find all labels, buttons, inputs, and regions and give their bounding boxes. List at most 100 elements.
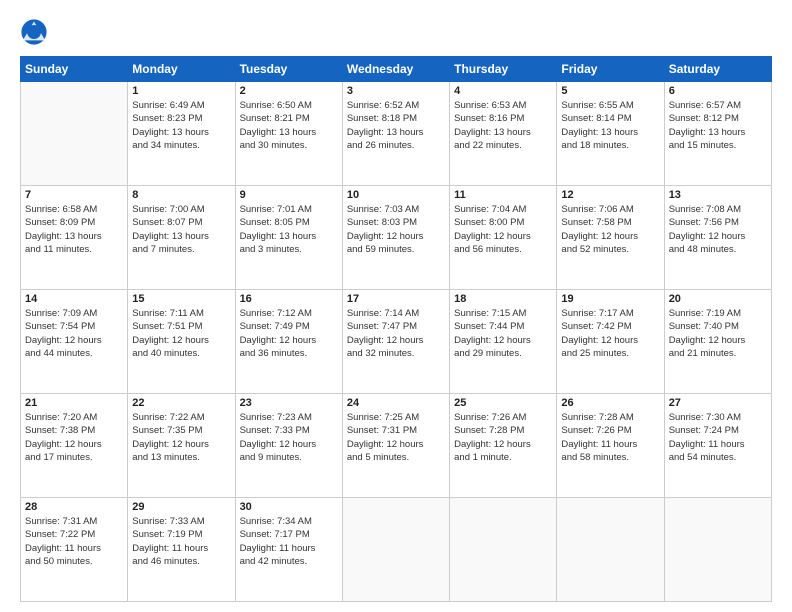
day-info: Sunrise: 6:53 AM Sunset: 8:16 PM Dayligh… [454, 99, 552, 152]
day-info: Sunrise: 7:22 AM Sunset: 7:35 PM Dayligh… [132, 411, 230, 464]
calendar-cell: 24 Sunrise: 7:25 AM Sunset: 7:31 PM Dayli… [342, 394, 449, 498]
day-number: 12 [561, 189, 659, 201]
logo [20, 18, 52, 46]
day-number: 14 [25, 293, 123, 305]
calendar-cell: 29 Sunrise: 7:33 AM Sunset: 7:19 PM Dayli… [128, 498, 235, 602]
day-number: 17 [347, 293, 445, 305]
day-number: 13 [669, 189, 767, 201]
calendar-week-5: 28Sunrise: 7:31 AM Sunset: 7:22 PM Dayli… [21, 498, 772, 602]
calendar-cell: 10 Sunrise: 7:03 AM Sunset: 8:03 PM Dayli… [342, 186, 449, 290]
day-number: 20 [669, 293, 767, 305]
day-number: 28 [25, 501, 123, 513]
calendar-cell: 9Sunrise: 7:01 AM Sunset: 8:05 PM Daylig… [235, 186, 342, 290]
day-number: 4 [454, 85, 552, 97]
day-number: 7 [25, 189, 123, 201]
day-number: 18 [454, 293, 552, 305]
day-number: 1 [132, 85, 230, 97]
day-number: 21 [25, 397, 123, 409]
day-info: Sunrise: 7:20 AM Sunset: 7:38 PM Dayligh… [25, 411, 123, 464]
calendar-week-1: 1 Sunrise: 6:49 AM Sunset: 8:23 PM Daylig… [21, 82, 772, 186]
calendar-cell: 5Sunrise: 6:55 AM Sunset: 8:14 PM Daylig… [557, 82, 664, 186]
day-info: Sunrise: 7:06 AM Sunset: 7:58 PM Dayligh… [561, 203, 659, 256]
day-info: Sunrise: 7:33 AM Sunset: 7:19 PM Dayligh… [132, 515, 230, 568]
day-info: Sunrise: 7:23 AM Sunset: 7:33 PM Dayligh… [240, 411, 338, 464]
calendar-body: 1 Sunrise: 6:49 AM Sunset: 8:23 PM Daylig… [21, 82, 772, 602]
calendar-cell: 26 Sunrise: 7:28 AM Sunset: 7:26 PM Dayli… [557, 394, 664, 498]
calendar-week-4: 21 Sunrise: 7:20 AM Sunset: 7:38 PM Dayli… [21, 394, 772, 498]
day-number: 30 [240, 501, 338, 513]
day-number: 23 [240, 397, 338, 409]
day-info: Sunrise: 7:28 AM Sunset: 7:26 PM Dayligh… [561, 411, 659, 464]
day-number: 6 [669, 85, 767, 97]
calendar-table: SundayMondayTuesdayWednesdayThursdayFrid… [20, 56, 772, 602]
day-info: Sunrise: 7:14 AM Sunset: 7:47 PM Dayligh… [347, 307, 445, 360]
day-info: Sunrise: 6:50 AM Sunset: 8:21 PM Dayligh… [240, 99, 338, 152]
day-number: 11 [454, 189, 552, 201]
day-info: Sunrise: 6:55 AM Sunset: 8:14 PM Dayligh… [561, 99, 659, 152]
calendar-cell [557, 498, 664, 602]
day-number: 8 [132, 189, 230, 201]
page: SundayMondayTuesdayWednesdayThursdayFrid… [0, 0, 792, 612]
calendar-week-2: 7Sunrise: 6:58 AM Sunset: 8:09 PM Daylig… [21, 186, 772, 290]
calendar-header: SundayMondayTuesdayWednesdayThursdayFrid… [21, 57, 772, 82]
calendar-cell: 11Sunrise: 7:04 AM Sunset: 8:00 PM Dayli… [450, 186, 557, 290]
calendar-cell: 19 Sunrise: 7:17 AM Sunset: 7:42 PM Dayli… [557, 290, 664, 394]
calendar-cell: 18 Sunrise: 7:15 AM Sunset: 7:44 PM Dayli… [450, 290, 557, 394]
calendar-cell [664, 498, 771, 602]
calendar-cell: 20 Sunrise: 7:19 AM Sunset: 7:40 PM Dayli… [664, 290, 771, 394]
day-info: Sunrise: 7:25 AM Sunset: 7:31 PM Dayligh… [347, 411, 445, 464]
calendar-cell: 14 Sunrise: 7:09 AM Sunset: 7:54 PM Dayli… [21, 290, 128, 394]
day-number: 2 [240, 85, 338, 97]
day-info: Sunrise: 7:12 AM Sunset: 7:49 PM Dayligh… [240, 307, 338, 360]
day-number: 19 [561, 293, 659, 305]
day-header-saturday: Saturday [664, 57, 771, 82]
day-info: Sunrise: 7:19 AM Sunset: 7:40 PM Dayligh… [669, 307, 767, 360]
day-info: Sunrise: 7:30 AM Sunset: 7:24 PM Dayligh… [669, 411, 767, 464]
calendar-cell: 3Sunrise: 6:52 AM Sunset: 8:18 PM Daylig… [342, 82, 449, 186]
calendar-cell: 27 Sunrise: 7:30 AM Sunset: 7:24 PM Dayli… [664, 394, 771, 498]
day-number: 22 [132, 397, 230, 409]
day-number: 10 [347, 189, 445, 201]
day-info: Sunrise: 7:08 AM Sunset: 7:56 PM Dayligh… [669, 203, 767, 256]
day-info: Sunrise: 7:00 AM Sunset: 8:07 PM Dayligh… [132, 203, 230, 256]
day-number: 16 [240, 293, 338, 305]
day-info: Sunrise: 7:26 AM Sunset: 7:28 PM Dayligh… [454, 411, 552, 464]
day-number: 9 [240, 189, 338, 201]
day-number: 15 [132, 293, 230, 305]
calendar-cell: 1 Sunrise: 6:49 AM Sunset: 8:23 PM Daylig… [128, 82, 235, 186]
logo-icon [20, 18, 48, 46]
day-info: Sunrise: 7:09 AM Sunset: 7:54 PM Dayligh… [25, 307, 123, 360]
calendar-cell: 30Sunrise: 7:34 AM Sunset: 7:17 PM Dayli… [235, 498, 342, 602]
day-info: Sunrise: 7:15 AM Sunset: 7:44 PM Dayligh… [454, 307, 552, 360]
day-info: Sunrise: 6:52 AM Sunset: 8:18 PM Dayligh… [347, 99, 445, 152]
day-header-tuesday: Tuesday [235, 57, 342, 82]
calendar-cell: 8 Sunrise: 7:00 AM Sunset: 8:07 PM Daylig… [128, 186, 235, 290]
day-number: 26 [561, 397, 659, 409]
day-info: Sunrise: 7:11 AM Sunset: 7:51 PM Dayligh… [132, 307, 230, 360]
day-header-sunday: Sunday [21, 57, 128, 82]
calendar-cell: 17 Sunrise: 7:14 AM Sunset: 7:47 PM Dayli… [342, 290, 449, 394]
day-number: 29 [132, 501, 230, 513]
calendar-cell: 4 Sunrise: 6:53 AM Sunset: 8:16 PM Daylig… [450, 82, 557, 186]
day-info: Sunrise: 7:03 AM Sunset: 8:03 PM Dayligh… [347, 203, 445, 256]
calendar-cell: 23 Sunrise: 7:23 AM Sunset: 7:33 PM Dayli… [235, 394, 342, 498]
day-header-friday: Friday [557, 57, 664, 82]
calendar-cell: 21 Sunrise: 7:20 AM Sunset: 7:38 PM Dayli… [21, 394, 128, 498]
day-number: 24 [347, 397, 445, 409]
day-header-monday: Monday [128, 57, 235, 82]
calendar-cell: 25Sunrise: 7:26 AM Sunset: 7:28 PM Dayli… [450, 394, 557, 498]
calendar-cell: 13 Sunrise: 7:08 AM Sunset: 7:56 PM Dayli… [664, 186, 771, 290]
calendar-cell: 16 Sunrise: 7:12 AM Sunset: 7:49 PM Dayli… [235, 290, 342, 394]
calendar-cell: 12 Sunrise: 7:06 AM Sunset: 7:58 PM Dayli… [557, 186, 664, 290]
calendar-week-3: 14 Sunrise: 7:09 AM Sunset: 7:54 PM Dayli… [21, 290, 772, 394]
day-number: 27 [669, 397, 767, 409]
calendar-cell [21, 82, 128, 186]
day-header-thursday: Thursday [450, 57, 557, 82]
day-info: Sunrise: 6:49 AM Sunset: 8:23 PM Dayligh… [132, 99, 230, 152]
calendar-cell [342, 498, 449, 602]
day-info: Sunrise: 7:17 AM Sunset: 7:42 PM Dayligh… [561, 307, 659, 360]
day-header-wednesday: Wednesday [342, 57, 449, 82]
calendar-cell: 7Sunrise: 6:58 AM Sunset: 8:09 PM Daylig… [21, 186, 128, 290]
calendar-cell: 28Sunrise: 7:31 AM Sunset: 7:22 PM Dayli… [21, 498, 128, 602]
header-row: SundayMondayTuesdayWednesdayThursdayFrid… [21, 57, 772, 82]
